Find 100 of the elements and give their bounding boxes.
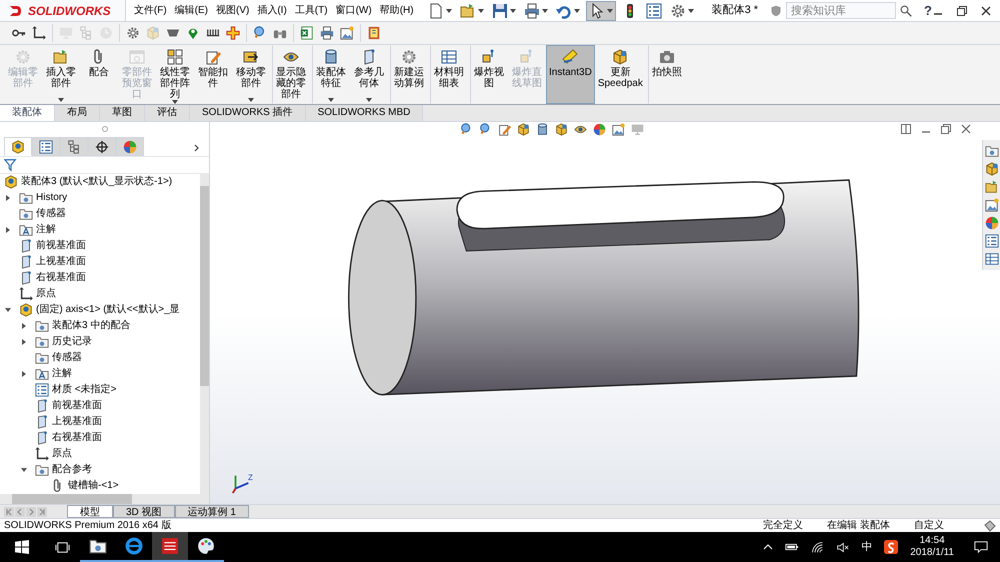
- dropdown-caret-icon[interactable]: [606, 8, 613, 12]
- search-icon[interactable]: [900, 4, 912, 16]
- cube-icon[interactable]: [555, 123, 568, 136]
- dropdown-caret-icon[interactable]: [328, 98, 334, 102]
- book-icon[interactable]: [367, 26, 381, 40]
- toolbar-button[interactable]: [119, 24, 140, 42]
- last-tab-icon[interactable]: [37, 506, 47, 516]
- command-tab[interactable]: 布局: [55, 105, 100, 121]
- taskbar-app[interactable]: [152, 532, 188, 562]
- ribbon-button[interactable]: 参考几何体: [350, 45, 388, 104]
- ribbon-button[interactable]: 智能扣件: [194, 45, 232, 104]
- corner-icon[interactable]: [19, 287, 33, 301]
- arrow-box-icon[interactable]: [243, 49, 259, 65]
- ribbon-button[interactable]: 爆炸视图: [470, 45, 508, 104]
- cylinder-icon[interactable]: [323, 49, 339, 65]
- dropdown-caret-icon[interactable]: [510, 8, 516, 12]
- task-view-icon[interactable]: [54, 540, 70, 554]
- menu-item[interactable]: 编辑(E): [174, 3, 208, 18]
- cad-app-icon[interactable]: [161, 537, 179, 555]
- gear-icon[interactable]: [670, 2, 686, 18]
- first-tab-icon[interactable]: [4, 506, 14, 516]
- collapse-handle-icon[interactable]: [100, 125, 108, 133]
- magnifier-icon[interactable]: [253, 26, 267, 40]
- plane-icon[interactable]: [19, 239, 33, 253]
- plane-icon[interactable]: [35, 415, 49, 429]
- notification-icon[interactable]: [974, 540, 988, 554]
- caret-up-icon[interactable]: [763, 542, 774, 552]
- dropdown-caret-icon[interactable]: [446, 8, 452, 12]
- graphics-viewport[interactable]: Z: [210, 122, 1000, 504]
- plane-icon[interactable]: [35, 399, 49, 413]
- chevron-right-icon[interactable]: [193, 144, 201, 152]
- tree-item[interactable]: 配合参考: [52, 463, 92, 477]
- vertical-scrollbar[interactable]: [200, 174, 209, 494]
- dropdown-caret-icon[interactable]: [366, 98, 372, 102]
- part-icon[interactable]: [11, 140, 25, 154]
- annotation-icon[interactable]: [35, 367, 49, 381]
- tree-item[interactable]: 前视基准面: [36, 239, 86, 253]
- tree-item[interactable]: 传感器: [52, 351, 82, 365]
- panel-tab[interactable]: [32, 137, 60, 156]
- list-icon[interactable]: [39, 140, 53, 154]
- ribbon-button[interactable]: 拍快照: [648, 45, 686, 104]
- expand-arrow-icon[interactable]: [20, 370, 28, 378]
- expand-arrow-icon[interactable]: [4, 194, 12, 202]
- tree-item[interactable]: 注解: [36, 223, 56, 237]
- dropdown-caret-icon[interactable]: [248, 98, 254, 102]
- annotation-icon[interactable]: [19, 223, 33, 237]
- cube-icon[interactable]: [984, 162, 998, 176]
- color-wheel-icon[interactable]: [123, 140, 137, 154]
- horizontal-scrollbar[interactable]: [0, 494, 209, 504]
- dropdown-caret-icon[interactable]: [688, 8, 694, 12]
- menu-item[interactable]: 帮助(H): [380, 3, 414, 18]
- eye-icon[interactable]: [574, 123, 587, 136]
- ribbon-button[interactable]: 配合: [80, 45, 118, 104]
- crosshair-icon[interactable]: [95, 140, 109, 154]
- tree-item[interactable]: 材质 <未指定>: [52, 383, 116, 397]
- open-folder-icon[interactable]: [984, 180, 998, 194]
- table-icon[interactable]: [984, 252, 998, 266]
- previous-tab-icon[interactable]: [15, 506, 25, 516]
- tree-item[interactable]: 装配体3 中的配合: [52, 319, 130, 333]
- ribbon-button[interactable]: 更新 Speedpak: [594, 45, 646, 104]
- bottom-tab[interactable]: 模型: [67, 505, 113, 518]
- picture-icon[interactable]: [612, 123, 625, 136]
- tree-item[interactable]: 上视基准面: [36, 255, 86, 269]
- expand-arrow-icon[interactable]: [20, 466, 28, 474]
- panel-tab[interactable]: [4, 137, 32, 156]
- battery-icon[interactable]: [785, 542, 800, 552]
- bottom-tab[interactable]: 3D 视图: [113, 505, 175, 518]
- command-tab[interactable]: 评估: [145, 105, 190, 121]
- palette-icon[interactable]: [197, 537, 215, 555]
- pencil-document-icon[interactable]: [498, 123, 511, 136]
- restore-icon[interactable]: [956, 4, 968, 16]
- ribbon-button[interactable]: 装配体特征: [312, 45, 350, 104]
- cube-icon[interactable]: [517, 123, 530, 136]
- expand-arrow-icon[interactable]: [20, 322, 28, 330]
- grid-icon[interactable]: [167, 49, 183, 65]
- wifi-icon[interactable]: [811, 540, 824, 554]
- tree-item[interactable]: (固定) axis<1> (默认<<默认>_显: [36, 303, 180, 317]
- corner-icon[interactable]: [35, 447, 49, 461]
- list-icon[interactable]: [35, 383, 49, 397]
- tree-item[interactable]: 右视基准面: [52, 431, 102, 445]
- command-tab[interactable]: 装配体: [0, 105, 55, 121]
- magnifier-icon[interactable]: [460, 123, 473, 136]
- tree-item[interactable]: 历史记录: [52, 335, 92, 349]
- color-wheel-icon[interactable]: [984, 216, 998, 230]
- open-folder-icon[interactable]: [53, 49, 69, 65]
- dropdown-caret-icon[interactable]: [58, 98, 64, 102]
- tree-item[interactable]: 装配体3 (默认<默认_显示状态-1>): [21, 175, 172, 189]
- cog-icon[interactable]: [401, 49, 417, 65]
- tree-item[interactable]: 原点: [36, 287, 56, 301]
- search-field[interactable]: 搜索知识库: [786, 2, 896, 19]
- camera-icon[interactable]: [658, 49, 675, 65]
- expand-arrow-icon[interactable]: [4, 306, 12, 314]
- menu-item[interactable]: 文件(F): [134, 3, 167, 18]
- pencil-document-icon[interactable]: [205, 49, 221, 65]
- toolbar-button[interactable]: [246, 24, 267, 42]
- bottom-tab[interactable]: 运动算例 1: [174, 505, 249, 518]
- spreadsheet-icon[interactable]: [300, 26, 314, 40]
- dropdown-caret-icon[interactable]: [574, 8, 580, 12]
- ribbon-button[interactable]: 材料明细表: [430, 45, 468, 104]
- tree-item[interactable]: 上视基准面: [52, 415, 102, 429]
